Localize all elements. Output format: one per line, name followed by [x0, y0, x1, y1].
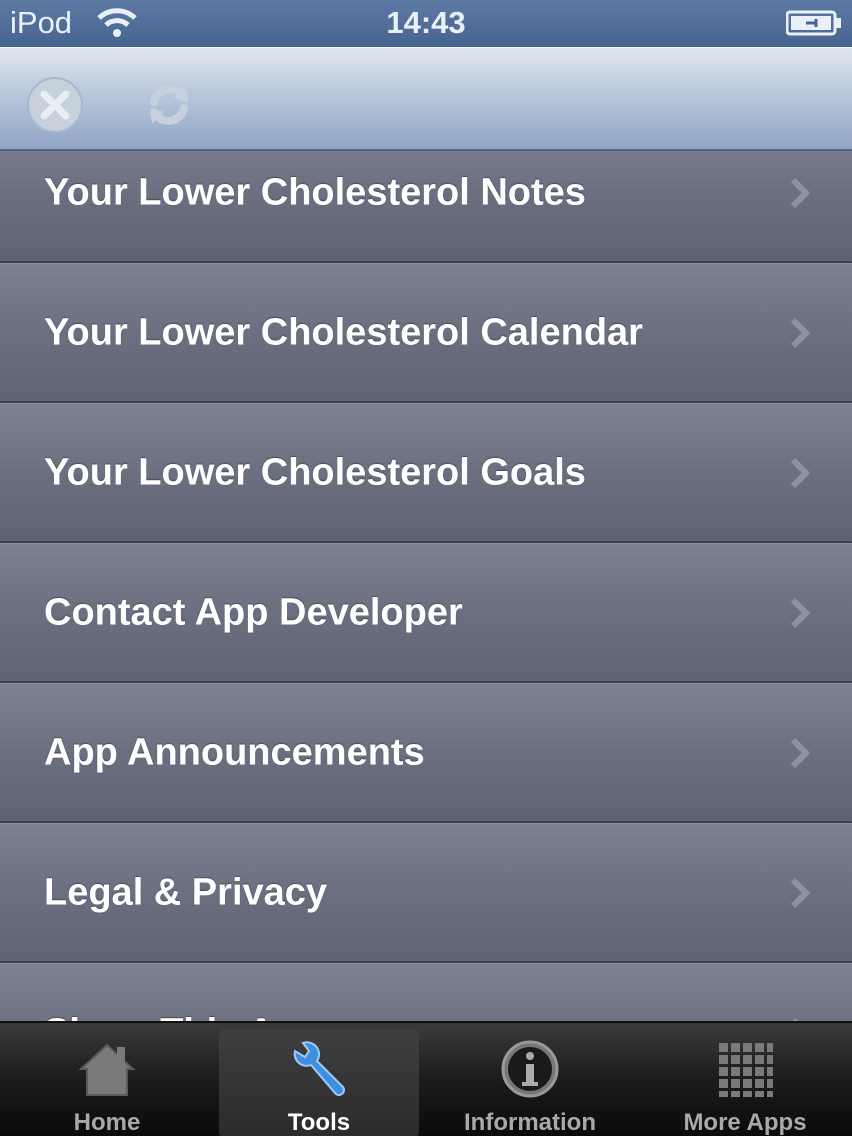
chevron-right-icon	[790, 597, 811, 628]
menu-item-label: Your Lower Cholesterol Calendar	[44, 311, 643, 353]
menu-item-notes[interactable]: Your Lower Cholesterol Notes	[0, 151, 852, 263]
refresh-icon[interactable]	[140, 76, 198, 134]
tab-bar: Home Tools Information More Apps	[0, 1021, 852, 1136]
menu-item-label: App Announcements	[44, 731, 425, 773]
menu-item-contact-developer[interactable]: Contact App Developer	[0, 543, 852, 683]
menu-item-announcements[interactable]: App Announcements	[0, 683, 852, 823]
menu-item-goals[interactable]: Your Lower Cholesterol Goals	[0, 403, 852, 543]
menu-item-label: Your Lower Cholesterol Notes	[44, 171, 586, 213]
chevron-right-icon	[790, 317, 811, 348]
tab-label: More Apps	[683, 1109, 807, 1136]
menu-list: Your Lower Cholesterol Notes Your Lower …	[0, 151, 852, 1021]
tab-label: Tools	[287, 1109, 351, 1136]
close-icon[interactable]	[26, 76, 84, 134]
battery-icon	[786, 10, 841, 36]
menu-item-share-app[interactable]: Share This App	[0, 963, 852, 1021]
tab-information[interactable]: Information	[430, 1029, 630, 1136]
tab-label: Information	[464, 1109, 596, 1136]
home-icon	[78, 1043, 136, 1096]
grid-icon	[719, 1043, 773, 1097]
menu-item-label: Your Lower Cholesterol Goals	[44, 451, 586, 493]
chevron-right-icon	[790, 877, 811, 908]
top-toolbar	[0, 47, 852, 151]
tab-label: Home	[73, 1109, 141, 1136]
tab-more-apps[interactable]: More Apps	[645, 1029, 845, 1136]
chevron-right-icon	[790, 457, 811, 488]
chevron-right-icon	[790, 737, 811, 768]
clock: 14:43	[386, 5, 466, 40]
status-bar: iPod 14:43	[0, 0, 852, 47]
menu-item-label: Contact App Developer	[44, 591, 463, 633]
menu-item-label: Share This App	[44, 1011, 321, 1021]
menu-item-label: Legal & Privacy	[44, 871, 328, 913]
tab-tools[interactable]: Tools	[219, 1029, 419, 1136]
chevron-right-icon	[790, 177, 811, 208]
wrench-icon	[293, 1041, 345, 1096]
menu-item-legal-privacy[interactable]: Legal & Privacy	[0, 823, 852, 963]
info-icon	[501, 1040, 559, 1098]
tab-home[interactable]: Home	[7, 1029, 207, 1136]
app-screen: iPod 14:43 Your Lower Cholesterol Notes …	[0, 0, 852, 1136]
menu-item-calendar[interactable]: Your Lower Cholesterol Calendar	[0, 263, 852, 403]
